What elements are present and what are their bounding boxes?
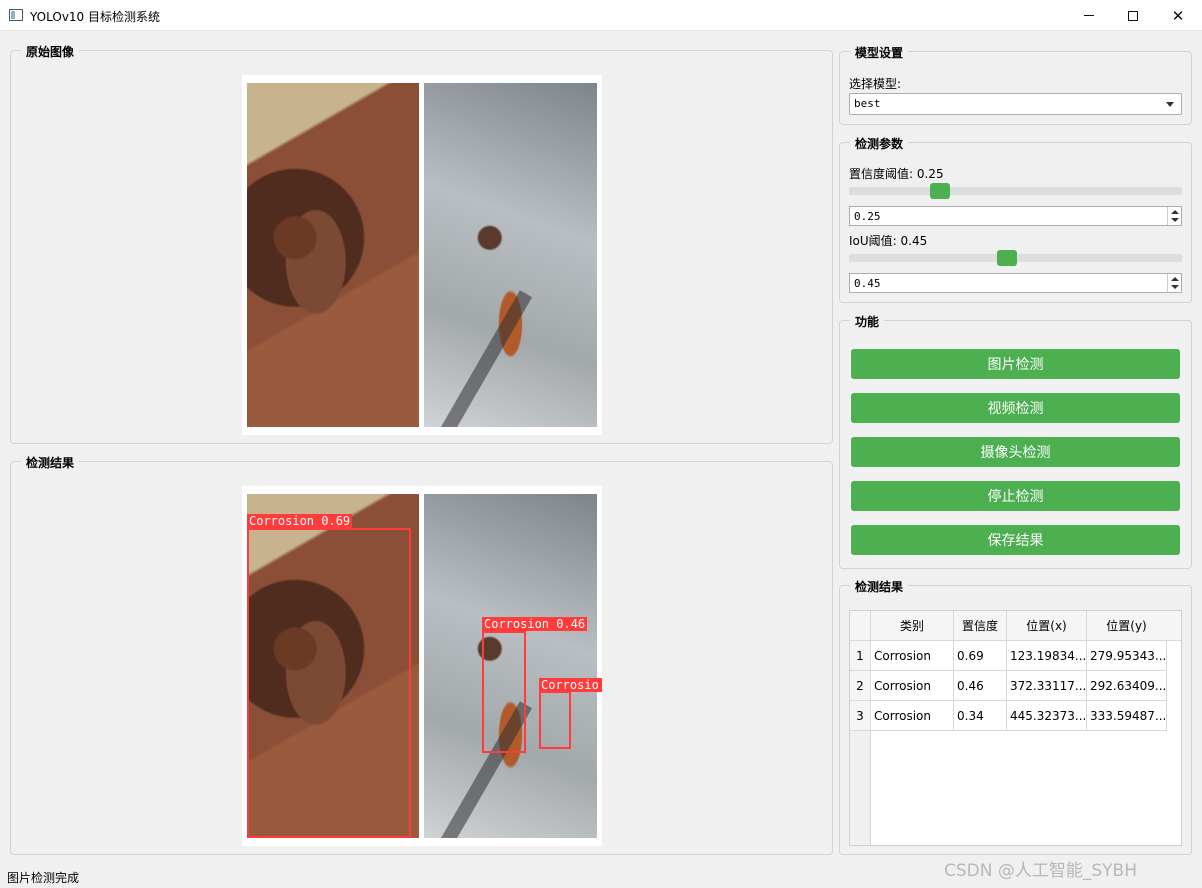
original-image-group: 原始图像 [10,43,833,444]
table-cell[interactable]: 279.95343... [1087,641,1167,671]
confidence-slider[interactable] [849,187,1182,195]
confidence-slider-handle[interactable] [930,183,951,199]
table-cell[interactable]: Corrosion [871,701,954,731]
column-header[interactable]: 位置(x) [1007,611,1087,641]
confidence-value: 0.25 [854,210,881,223]
arrow-down-icon[interactable] [1171,218,1179,222]
table-cell[interactable]: 445.32373... [1007,701,1087,731]
detection-box [247,528,411,838]
result-image: Corrosion 0.69 Corrosion 0.46 Corrosio [242,486,602,846]
model-settings-title: 模型设置 [850,44,909,61]
model-select[interactable]: best [849,93,1182,115]
column-header[interactable]: 置信度 [954,611,1007,641]
table-cell[interactable]: 0.34 [954,701,1007,731]
table-scrollbar[interactable] [1166,611,1181,641]
iou-value: 0.45 [854,277,881,290]
image-detect-button[interactable]: 图片检测 [851,349,1180,379]
row-header[interactable]: 2 [850,671,871,701]
table-cell[interactable]: Corrosion [871,641,954,671]
detection-result-title: 检测结果 [21,454,80,471]
row-header[interactable]: 3 [850,701,871,731]
close-icon: ✕ [1171,6,1185,25]
results-table-title: 检测结果 [850,578,909,595]
spin-buttons[interactable] [1167,207,1181,225]
title-bar: YOLOv10 目标检测系统 ✕ [0,0,1202,31]
row-header[interactable]: 1 [850,641,871,671]
model-select-value: best [854,97,881,110]
detection-label: Corrosion 0.46 [482,617,588,631]
detection-label: Corrosio [539,678,602,692]
functions-title: 功能 [850,313,885,330]
table-cell[interactable]: 0.69 [954,641,1007,671]
original-image-title: 原始图像 [21,43,80,60]
model-select-label: 选择模型: [849,77,902,91]
iou-slider-handle[interactable] [996,250,1017,266]
chevron-down-icon [1166,102,1174,107]
video-detect-button[interactable]: 视频检测 [851,393,1180,423]
window-title: YOLOv10 目标检测系统 [30,10,161,24]
confidence-spinbox[interactable]: 0.25 [849,206,1182,226]
maximize-button[interactable] [1110,0,1156,31]
table-corner[interactable] [850,611,871,641]
arrow-up-icon[interactable] [1171,277,1179,281]
detection-result-group: 检测结果 Corrosion 0.69 Corrosion 0.46 Corro… [10,454,833,855]
table-cell[interactable]: Corrosion [871,671,954,701]
table-cell[interactable]: 292.63409... [1087,671,1167,701]
close-button[interactable]: ✕ [1155,0,1201,31]
window-icon [9,9,23,21]
confidence-label: 置信度阈值: 0.25 [849,167,944,181]
detection-label: Corrosion 0.69 [247,514,353,528]
minimize-button[interactable] [1066,0,1112,31]
save-results-button[interactable]: 保存结果 [851,525,1180,555]
table-cell[interactable]: 372.33117... [1007,671,1087,701]
maximize-icon [1128,10,1138,21]
camera-detect-button[interactable]: 摄像头检测 [851,437,1180,467]
detection-box [482,631,526,753]
results-table[interactable]: 类别 置信度 位置(x) 位置(y) 1 Corrosion 0.69 123.… [849,610,1182,846]
arrow-down-icon[interactable] [1171,285,1179,289]
spin-buttons[interactable] [1167,274,1181,292]
status-bar-text: 图片检测完成 [7,871,80,885]
table-cell[interactable]: 333.59487... [1087,701,1167,731]
iou-spinbox[interactable]: 0.45 [849,273,1182,293]
original-image-left-panel [247,83,419,427]
arrow-up-icon[interactable] [1171,210,1179,214]
column-header[interactable]: 位置(y) [1087,611,1167,641]
detection-params-title: 检测参数 [850,135,909,152]
column-header[interactable]: 类别 [871,611,954,641]
original-image [242,75,602,435]
minimize-icon [1084,15,1094,16]
row-header-fill [850,731,871,845]
watermark: CSDN @人工智能_SYBH [944,861,1137,881]
table-cell[interactable]: 0.46 [954,671,1007,701]
detection-box [539,691,571,749]
table-cell[interactable]: 123.19834... [1007,641,1087,671]
original-image-right-panel [424,83,597,427]
stop-detect-button[interactable]: 停止检测 [851,481,1180,511]
iou-label: IoU阈值: 0.45 [849,234,928,248]
